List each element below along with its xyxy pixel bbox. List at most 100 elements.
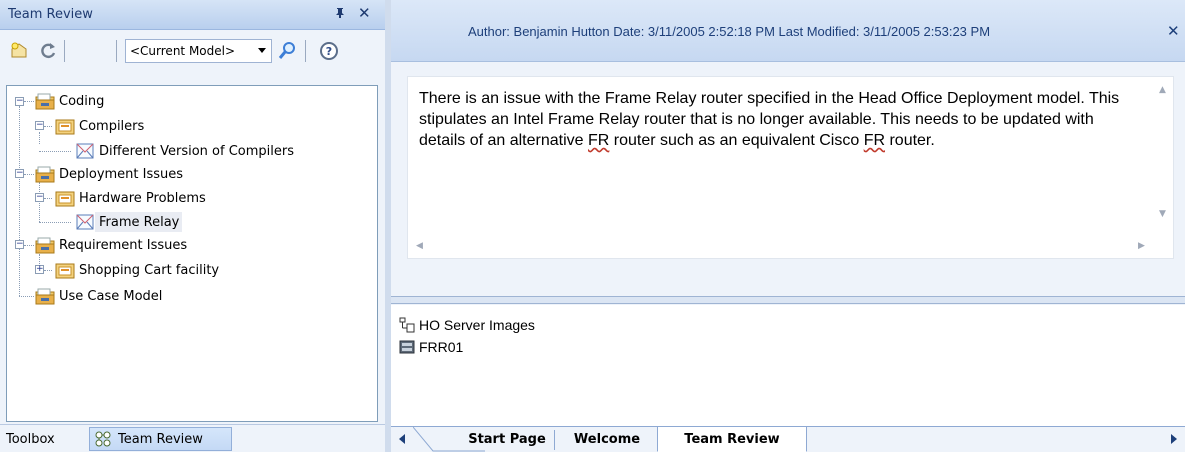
review-post-view: Author: Benjamin Hutton Date: 3/11/2005 … (391, 0, 1185, 452)
post-body-text[interactable]: There is an issue with the Frame Relay r… (419, 88, 1129, 151)
tree-item-label: Hardware Problems (79, 190, 206, 206)
review-tree[interactable]: − Coding − Compilers Different Version o… (6, 85, 378, 422)
collapse-icon[interactable]: − (15, 97, 24, 106)
post-header: Author: Benjamin Hutton Date: 3/11/2005 … (391, 0, 1185, 62)
document-tab-strip: Start Page Welcome Team Review (391, 426, 1185, 452)
tab-label: Start Page (468, 432, 546, 447)
team-review-icon (95, 431, 111, 447)
panel-title-bar: Team Review ✕ (0, 0, 385, 30)
collapse-icon[interactable]: − (15, 169, 24, 178)
tree-item-coding[interactable]: Coding (35, 90, 155, 112)
tab-toolbox[interactable]: Toolbox (6, 427, 55, 451)
refresh-icon (41, 43, 56, 59)
vertical-scrollbar[interactable]: ▲ ▼ (1155, 77, 1173, 237)
linked-element-ho-server-images[interactable]: HO Server Images (399, 315, 535, 335)
tree-item-hardware-problems[interactable]: Hardware Problems (55, 187, 235, 209)
tab-scroll-left-icon[interactable] (399, 434, 405, 444)
tree-item-label: Coding (59, 93, 105, 109)
scroll-left-icon[interactable]: ◀ (416, 241, 423, 251)
tree-item-requirement-issues[interactable]: Requirement Issues (35, 234, 215, 256)
svg-text:?: ? (326, 45, 332, 58)
tree-item-label: Frame Relay (99, 214, 180, 230)
tree-connector (44, 198, 52, 199)
collapse-icon[interactable]: − (35, 193, 44, 202)
tree-connector (24, 245, 34, 246)
tab-scroll-right-icon[interactable] (1171, 434, 1177, 444)
help-icon: ? (320, 42, 338, 60)
toolbar-separator (64, 40, 65, 62)
linked-element-label: FRR01 (419, 339, 464, 355)
tab-label: Team Review (118, 431, 203, 447)
tree-item-deployment-issues[interactable]: Deployment Issues (35, 163, 215, 185)
tree-connector (39, 132, 40, 144)
post-document-icon (76, 143, 94, 159)
tab-welcome[interactable]: Welcome (557, 427, 657, 452)
scroll-up-icon[interactable]: ▲ (1159, 85, 1166, 95)
post-body-editor[interactable]: There is an issue with the Frame Relay r… (407, 76, 1174, 259)
scroll-down-icon[interactable]: ▼ (1159, 209, 1166, 219)
spelling-flag: FR (863, 132, 886, 149)
pane-divider[interactable] (391, 296, 1185, 304)
help-button[interactable]: ? (316, 38, 342, 64)
toolbar-separator (116, 40, 117, 62)
collapse-icon[interactable]: − (35, 121, 44, 130)
tree-connector (44, 270, 52, 271)
tree-item-different-version-of-compilers[interactable]: Different Version of Compilers (75, 140, 375, 162)
tree-item-compilers[interactable]: Compilers (55, 115, 175, 137)
tree-item-frame-relay[interactable]: Frame Relay (75, 211, 195, 233)
tree-item-shopping-cart-facility[interactable]: Shopping Cart facility (55, 259, 255, 281)
folder-topic-icon (55, 191, 75, 207)
model-selector-value: <Current Model> (130, 44, 236, 58)
new-item-icon (11, 42, 27, 58)
tree-item-label: Compilers (79, 118, 145, 134)
team-review-panel: Team Review ✕ <Current Model> ? − Coding… (0, 0, 385, 452)
expand-icon[interactable]: + (35, 265, 44, 274)
tree-item-label: Requirement Issues (59, 237, 188, 253)
post-text-segment: router such as an equivalent Cisco (609, 132, 864, 149)
folder-topic-icon (55, 263, 75, 279)
chevron-down-icon[interactable] (258, 48, 266, 53)
tree-connector (39, 222, 71, 223)
tree-item-label: Shopping Cart facility (79, 262, 220, 278)
node-icon (399, 340, 415, 354)
close-post-button[interactable]: ✕ (1167, 22, 1180, 40)
tab-separator (554, 430, 555, 450)
tab-label: Team Review (684, 431, 780, 447)
scroll-right-icon[interactable]: ▶ (1138, 241, 1145, 251)
folder-category-icon (35, 166, 55, 183)
tree-item-label: Deployment Issues (59, 166, 184, 182)
collapse-icon[interactable]: − (15, 240, 24, 249)
team-review-toolbar: <Current Model> ? (0, 31, 385, 82)
refresh-button[interactable] (35, 38, 61, 64)
folder-category-icon (35, 93, 55, 110)
folder-category-icon (35, 237, 55, 254)
tab-team-review-doc[interactable]: Team Review (657, 427, 807, 452)
tab-start-page[interactable]: Start Page (459, 427, 555, 452)
tab-label: Toolbox (6, 431, 55, 447)
tab-label: Welcome (573, 432, 641, 447)
panel-title: Team Review (8, 7, 93, 22)
folder-category-icon (35, 288, 55, 305)
tree-item-use-case-model[interactable]: Use Case Model (35, 285, 215, 307)
search-icon (278, 42, 295, 59)
pin-icon[interactable] (334, 7, 346, 22)
toolbar-separator (305, 40, 306, 62)
tree-item-label: Use Case Model (59, 288, 163, 304)
tree-connector (39, 182, 40, 222)
tree-connector (44, 126, 52, 127)
close-panel-button[interactable]: ✕ (358, 4, 371, 22)
new-category-button[interactable] (6, 38, 32, 64)
tab-team-review[interactable]: Team Review (89, 427, 232, 451)
diagram-icon (399, 317, 415, 333)
linked-element-frr01[interactable]: FRR01 (399, 337, 463, 357)
linked-elements-list: HO Server Images FRR01 (391, 305, 1185, 426)
search-button[interactable] (274, 38, 300, 64)
spelling-flag: FR (588, 132, 610, 149)
post-text-segment: router. (885, 132, 935, 149)
horizontal-scrollbar[interactable]: ◀ ▶ (408, 236, 1156, 258)
folder-topic-icon (55, 119, 75, 135)
left-tab-strip: Toolbox Team Review (0, 424, 385, 452)
tree-item-label: Different Version of Compilers (99, 143, 294, 159)
model-selector[interactable]: <Current Model> (125, 39, 272, 63)
post-document-icon (76, 214, 94, 230)
